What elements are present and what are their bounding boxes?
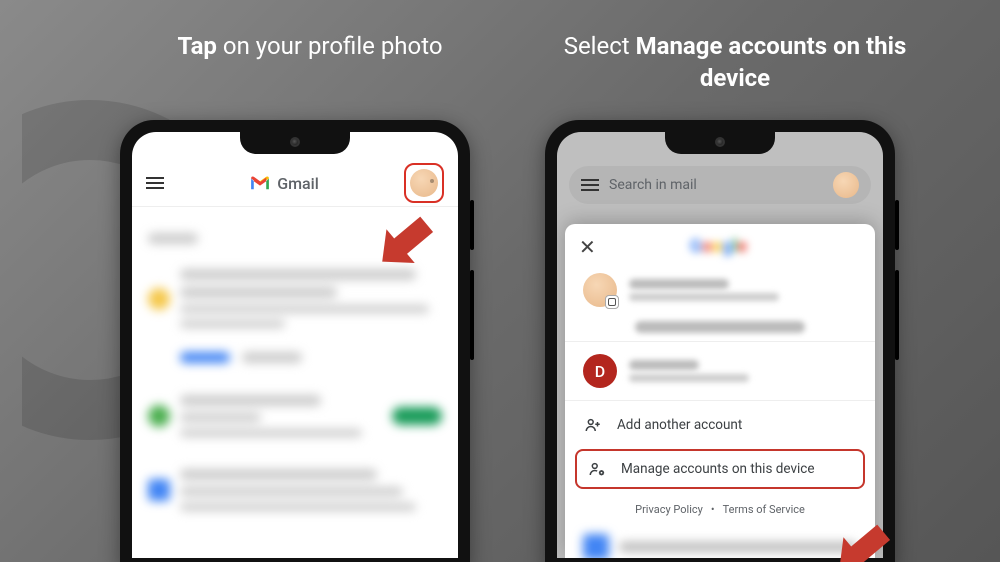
- phone-notch: [665, 132, 775, 154]
- phone-side-button: [470, 270, 474, 360]
- instruction-left-bold: Tap: [177, 32, 216, 60]
- camera-badge-icon: [605, 295, 619, 309]
- instruction-right-bold: Manage accounts on this device: [636, 32, 907, 92]
- phone-left: Gmail: [120, 120, 470, 562]
- account-text-blurred: [629, 360, 857, 382]
- callout-arrow: [815, 498, 905, 562]
- phone-side-button: [470, 200, 474, 250]
- modal-header: ✕ Google: [565, 234, 875, 265]
- profile-avatar-small[interactable]: [833, 172, 859, 198]
- separator: [565, 400, 875, 401]
- camera-icon: [290, 137, 300, 147]
- account-avatar-initial: D: [583, 354, 617, 388]
- privacy-policy-link[interactable]: Privacy Policy: [635, 503, 703, 516]
- account-row-primary[interactable]: [565, 265, 875, 315]
- gmail-logo-icon: [249, 175, 271, 191]
- person-plus-icon: [583, 415, 603, 435]
- screen-account-sheet: Search in mail ✕ Google: [557, 132, 883, 558]
- account-row-secondary[interactable]: D: [565, 346, 875, 396]
- separator: [565, 341, 875, 342]
- instruction-right: Select Manage accounts on this device: [555, 30, 915, 95]
- search-placeholder: Search in mail: [609, 177, 823, 193]
- gmail-title: Gmail: [277, 174, 319, 193]
- account-avatar: [583, 273, 617, 307]
- hamburger-menu-icon[interactable]: [146, 177, 164, 189]
- manage-accounts-row[interactable]: Manage accounts on this device: [575, 449, 865, 489]
- phone-side-button: [895, 200, 899, 250]
- hamburger-menu-icon[interactable]: [581, 179, 599, 191]
- phone-side-button: [895, 270, 899, 360]
- search-bar[interactable]: Search in mail: [569, 166, 871, 204]
- terms-of-service-link[interactable]: Terms of Service: [723, 503, 805, 516]
- instruction-right-pre: Select: [564, 32, 636, 60]
- manage-accounts-label: Manage accounts on this device: [621, 461, 815, 477]
- add-account-label: Add another account: [617, 417, 742, 433]
- close-icon[interactable]: ✕: [579, 237, 596, 257]
- instruction-left: Tap on your profile photo: [130, 30, 490, 62]
- google-logo: Google: [604, 236, 833, 257]
- callout-arrow: [358, 190, 448, 280]
- phone-notch: [240, 132, 350, 154]
- add-account-row[interactable]: Add another account: [565, 405, 875, 445]
- camera-icon: [715, 137, 725, 147]
- person-gear-icon: [587, 459, 607, 479]
- manage-google-account-blurred[interactable]: [635, 321, 805, 333]
- dot-separator: •: [711, 503, 715, 516]
- account-text-blurred: [629, 279, 857, 301]
- instruction-left-rest: on your profile photo: [217, 32, 443, 60]
- phone-right: Search in mail ✕ Google: [545, 120, 895, 562]
